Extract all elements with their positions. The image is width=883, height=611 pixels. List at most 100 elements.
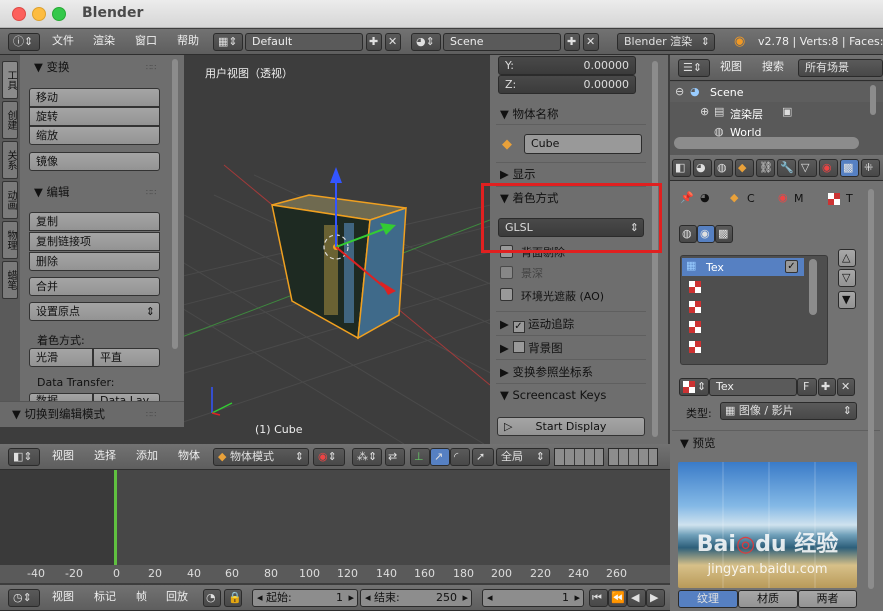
transform-orientation-select[interactable]: 全局 ⇕ [496,448,550,466]
menu-render[interactable]: 渲染 [93,29,115,53]
manipulator-toggle[interactable]: ⇄ [385,448,405,466]
render-tab-icon[interactable]: ◧ [672,159,691,177]
constraints-tab-icon[interactable]: ⛓ [756,159,775,177]
mirror-button[interactable]: 镜像 [29,152,160,171]
move-button[interactable]: 移动 [29,88,160,107]
rotate-button[interactable]: 旋转 [29,107,160,126]
screen-layout-icon[interactable]: ▦⇕ [213,33,243,51]
play-reverse-icon[interactable]: ◀ [627,589,646,607]
tab-grease-pencil[interactable]: 蜡笔 [2,261,18,299]
slots-scrollbar[interactable] [809,259,817,315]
y-location-field[interactable]: Y: 0.00000 [498,56,636,75]
cube[interactable] [271,194,407,340]
layout-name-field[interactable]: Default [245,33,363,51]
menu-file[interactable]: 文件 [52,29,74,53]
tab-tools[interactable]: 工具 [2,61,18,99]
play-icon[interactable]: ▶ [646,589,665,607]
translate-manipulator-button[interactable]: ⊥ [410,448,430,466]
empty-slot-icon[interactable] [689,341,701,353]
transform-orientations-header[interactable]: ▶ 变换参照坐标系 [500,364,593,380]
new-texture-icon[interactable]: ✚ [818,378,836,396]
shade-flat-button[interactable]: 平直 [93,348,160,367]
tab-create[interactable]: 创建 [2,101,18,139]
texture-type-select[interactable]: ▦ 图像 / 影片 ⇕ [720,402,857,420]
screencast-keys-header[interactable]: ▼ Screencast Keys [500,388,606,402]
editor-type-button[interactable]: ⓘ⇕ [8,33,40,51]
data-tab-icon[interactable]: ▽ [798,159,817,177]
menu-view[interactable]: 视图 [52,585,74,609]
layers-grid[interactable] [554,448,604,466]
operator-panel-header[interactable]: ▼ 切换到编辑模式 [12,406,105,422]
motion-tracking-checkbox[interactable]: ✓ [512,321,525,333]
scene-tab-icon[interactable]: ◕ [693,159,712,177]
unlink-texture-icon[interactable]: ✕ [837,378,855,396]
preview-range-icon[interactable]: ◔ [203,589,221,607]
pivot-point-button[interactable]: ⁂⇕ [352,448,382,466]
menu-object[interactable]: 物体 [178,444,200,468]
menu-playback[interactable]: 回放 [166,585,188,609]
menu-marker[interactable]: 标记 [94,585,116,609]
scale-manipulator-button[interactable]: ◜ [450,448,470,466]
outliner-filter-select[interactable]: 所有场景 [798,59,883,77]
preview-tab-material[interactable]: 材质 [738,590,798,608]
empty-slot-icon[interactable] [689,301,701,313]
prev-keyframe-icon[interactable]: ⏪ [608,589,627,607]
render-engine-select[interactable]: Blender 渲染 ⇕ [617,33,715,51]
background-images-header[interactable]: ▶ 背景图 [500,340,563,356]
menu-select[interactable]: 选择 [94,444,116,468]
arrow-icon[interactable]: ➚ [472,448,494,466]
frame-cursor[interactable] [114,470,117,565]
outliner-hscrollbar[interactable] [674,137,859,149]
add-scene-icon[interactable]: ✚ [564,33,580,51]
object-name-panel-header[interactable]: ▼ 物体名称 [500,106,559,122]
duplicate-linked-button[interactable]: 复制链接项 [29,232,160,251]
viewport-shading-button[interactable]: ◉⇕ [313,448,345,466]
drag-handle-icon[interactable]: ∷∷ [146,188,156,197]
preview-tab-texture[interactable]: 纹理 [678,590,738,608]
close-window-button[interactable] [12,7,26,21]
editor-type-button[interactable]: ◧⇕ [8,448,40,466]
pin-icon[interactable]: 📌 [680,191,694,204]
move-slot-up-icon[interactable]: △ [838,249,856,267]
z-location-field[interactable]: Z: 0.00000 [498,75,636,94]
shade-smooth-button[interactable]: 光滑 [29,348,93,367]
delete-button[interactable]: 删除 [29,252,160,271]
set-origin-select[interactable]: 设置原点 ⇕ [29,302,160,321]
menu-search[interactable]: 搜索 [762,55,784,79]
texture-browse-button[interactable]: ⇕ [679,378,709,396]
delete-layout-icon[interactable]: ✕ [385,33,401,51]
transform-panel-header[interactable]: ▼ 变换 [34,59,70,75]
outliner-item-render-layers[interactable]: 渲染层 [730,106,763,122]
mode-select[interactable]: ◆ 物体模式 ⇕ [213,448,309,466]
depth-of-field-checkbox[interactable] [500,266,513,279]
collapse-icon[interactable]: ⊖ [675,85,684,98]
edit-panel-header[interactable]: ▼ 编辑 [34,184,70,200]
texture-tab-icon[interactable]: ▩ [840,159,859,177]
lock-icon[interactable]: 🔒 [224,589,242,607]
3d-viewport[interactable]: 用户视图（透视） (1) Cube [184,55,490,444]
minimize-window-button[interactable] [32,7,46,21]
delete-scene-icon[interactable]: ✕ [583,33,599,51]
tab-physics[interactable]: 物理 [2,221,18,259]
menu-help[interactable]: 帮助 [177,29,199,53]
menu-view[interactable]: 视图 [52,444,74,468]
tool-shelf-scrollbar[interactable] [172,59,178,349]
drag-handle-icon[interactable]: ∷∷ [146,410,156,419]
tab-animation[interactable]: 动画 [2,181,18,219]
duplicate-button[interactable]: 复制 [29,212,160,231]
preview-panel-header[interactable]: ▼ 预览 [680,435,716,451]
add-layout-icon[interactable]: ✚ [366,33,382,51]
scene-icon[interactable]: ◕⇕ [411,33,441,51]
texture-name-field[interactable]: Tex [709,378,797,396]
rotate-manipulator-button[interactable]: ↗ [430,448,450,466]
menu-add[interactable]: 添加 [136,444,158,468]
drag-handle-icon[interactable]: ∷∷ [146,63,156,72]
object-name-field[interactable]: Cube [524,134,642,154]
slot-specials-icon[interactable]: ▼ [838,291,856,309]
scene-name-field[interactable]: Scene [443,33,561,51]
menu-view[interactable]: 视图 [720,55,742,79]
particles-tab-icon[interactable]: ⁜ [861,159,880,177]
background-images-checkbox[interactable] [512,341,525,353]
current-frame-field[interactable]: ◂ 1 ▸ [482,589,584,607]
start-frame-field[interactable]: ◂ 起始: 1 ▸ [252,589,358,607]
